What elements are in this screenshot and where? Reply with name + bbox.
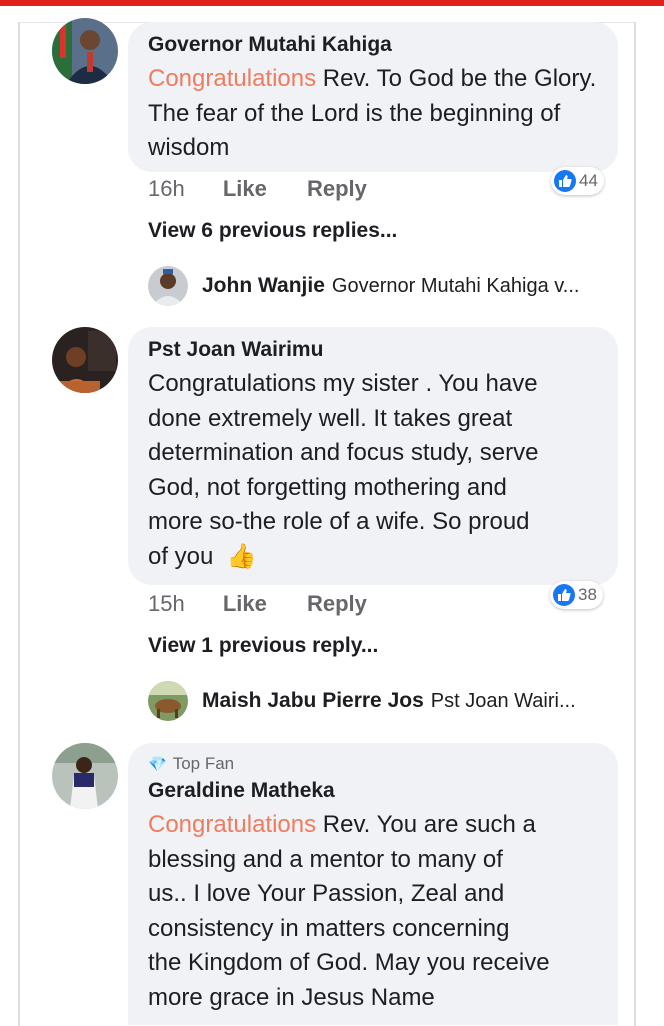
reaction-count[interactable]: 38 <box>550 581 603 609</box>
avatar[interactable] <box>52 18 118 84</box>
reply-preview: Pst Joan Wairi... <box>430 689 576 712</box>
comment-line: consistency in matters concerning <box>148 914 510 942</box>
top-accent-bar <box>0 0 664 6</box>
avatar[interactable] <box>52 327 118 393</box>
reply-preview: Governor Mutahi Kahiga v... <box>331 274 580 297</box>
reply-button[interactable]: Reply <box>307 176 367 201</box>
reaction-number: 44 <box>579 171 598 190</box>
comment-actions: 16h Like Reply <box>148 176 401 202</box>
comment-line: determination and focus study, serve <box>148 439 539 466</box>
like-button[interactable]: Like <box>223 176 267 201</box>
comment-author[interactable]: Governor Mutahi Kahiga <box>148 32 598 58</box>
reaction-count[interactable]: 44 <box>551 167 604 195</box>
comment-line: God, not forgetting mothering and <box>148 473 507 501</box>
comment-bubble: Governor Mutahi Kahiga Congratulations R… <box>128 22 618 172</box>
comment-author[interactable]: Pst Joan Wairimu <box>148 337 598 363</box>
comment-bubble: Pst Joan Wairimu Congratulations my sist… <box>128 327 618 585</box>
thumbs-up-icon <box>553 584 575 606</box>
comment-text: Congratulations Rev. To God be the Glory… <box>148 62 598 166</box>
top-fan-label: Top Fan <box>172 754 235 773</box>
comment-line: more so-the role of a wife. So proud <box>148 508 530 535</box>
comment-actions: 15h Like Reply <box>148 591 401 617</box>
comment-line: Rev. You are such a <box>316 811 536 838</box>
avatar[interactable] <box>52 743 118 809</box>
latest-reply[interactable]: Maish Jabu Pierre Jos Pst Joan Wairi... <box>148 681 576 721</box>
reply-author: John Wanjie <box>202 274 325 297</box>
comment-line: the Kingdom of God. May you receive <box>148 949 550 976</box>
comment-line: of you <box>148 542 214 570</box>
timestamp[interactable]: 16h <box>148 176 185 201</box>
reply-author: Maish Jabu Pierre Jos <box>202 689 424 712</box>
reply-button[interactable]: Reply <box>307 591 367 616</box>
comment-line: blessing and a mentor to many of <box>148 845 503 873</box>
comment-author[interactable]: Geraldine Matheka <box>148 778 598 804</box>
comment-line: done extremely well. It takes great <box>148 404 513 432</box>
comment-line: Congratulations my sister . You have <box>148 370 538 397</box>
timestamp[interactable]: 15h <box>148 591 185 616</box>
latest-reply[interactable]: John Wanjie Governor Mutahi Kahiga v... <box>148 266 579 306</box>
like-button[interactable]: Like <box>223 591 267 616</box>
reply-avatar <box>148 681 188 721</box>
diamond-icon: 💎 <box>148 756 167 773</box>
comment-line: more grace in Jesus Name <box>148 983 435 1011</box>
comment-line: us.. I love Your Passion, Zeal and <box>148 880 505 907</box>
thumbs-up-emoji-icon: 👍 <box>226 542 257 570</box>
comment-text: Congratulations my sister . You have don… <box>148 367 598 574</box>
highlight-word[interactable]: Congratulations <box>148 65 316 92</box>
top-fan-badge: 💎 Top Fan <box>148 753 598 776</box>
view-previous-replies[interactable]: View 6 previous replies... <box>148 219 397 243</box>
highlight-word[interactable]: Congratulations <box>148 811 316 838</box>
comment-text: Congratulations Rev. You are such a bles… <box>148 808 598 1015</box>
thumbs-up-icon <box>554 170 576 192</box>
reply-avatar <box>148 266 188 306</box>
comment-bubble: 💎 Top Fan Geraldine Matheka Congratulatio… <box>128 743 618 1025</box>
view-previous-replies[interactable]: View 1 previous reply... <box>148 634 378 658</box>
reaction-number: 38 <box>578 585 597 604</box>
